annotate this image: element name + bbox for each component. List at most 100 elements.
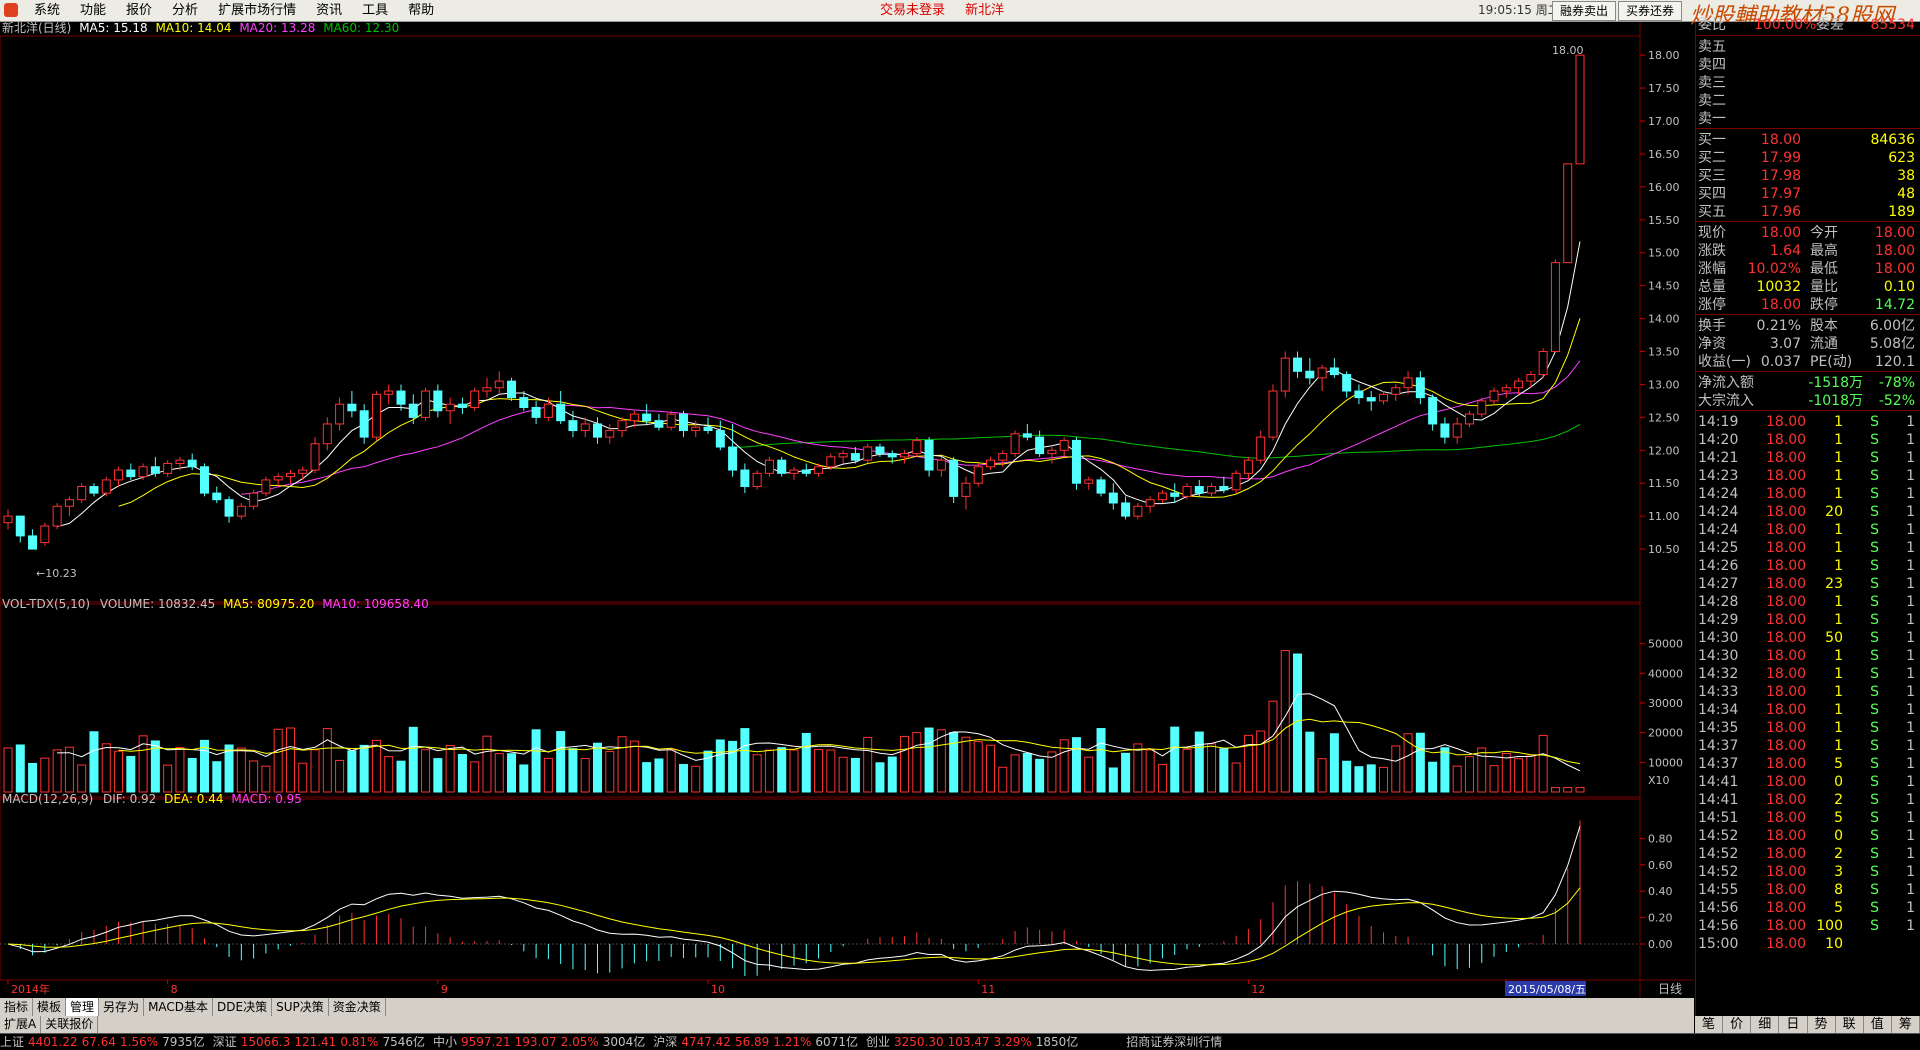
date-label: 12 <box>1251 983 1265 996</box>
buy-level-row: 买五 17.96 189 <box>1696 203 1920 221</box>
macd-tick-label: 0.80 <box>1648 832 1673 845</box>
tick-count: 1 <box>1906 414 1915 430</box>
volume-bar <box>715 739 725 793</box>
tick-price: 18.00 <box>1766 828 1807 844</box>
side-tab-7[interactable]: 筹 <box>1892 1016 1920 1033</box>
price-tick-label: 15.00 <box>1648 247 1680 260</box>
volume-bar <box>187 758 197 793</box>
cell: 涨幅 <box>1698 261 1726 277</box>
chart-area[interactable]: 新北洋(日线) MA5: 15.18 MA10: 14.04 MA20: 13.… <box>0 22 1694 998</box>
volume-bar <box>322 728 332 793</box>
tick-side: S <box>1870 522 1879 538</box>
tab-expand-a[interactable]: 扩展A <box>0 1016 42 1033</box>
tick-side: S <box>1870 864 1879 880</box>
tick-volume: 1 <box>1834 720 1843 736</box>
tick-volume: 1 <box>1834 558 1843 574</box>
tick-time: 14:37 <box>1698 738 1739 754</box>
volume-bar <box>1403 733 1413 793</box>
side-tab-0[interactable]: 笔 <box>1695 1016 1724 1033</box>
trade-status[interactable]: 交易未登录 <box>880 3 945 18</box>
volume-bar <box>89 731 99 793</box>
candle-body <box>298 469 308 474</box>
side-tab-5[interactable]: 联 <box>1836 1016 1864 1033</box>
tick-time: 14:28 <box>1698 594 1739 610</box>
tick-count: 1 <box>1906 612 1915 628</box>
buy-volume: 48 <box>1897 186 1915 202</box>
candle-body <box>138 466 148 478</box>
tick-side: S <box>1870 486 1879 502</box>
candle-body <box>568 420 578 432</box>
volume-bar <box>900 735 910 793</box>
volume-bar <box>175 747 185 793</box>
index-quote[interactable]: 创业 3250.30 103.47 3.29% 1850亿 <box>866 1035 1082 1049</box>
candle-body <box>1133 505 1143 517</box>
candle-body <box>556 403 566 422</box>
tick-side: S <box>1870 450 1879 466</box>
menu-item-quote[interactable]: 报价 <box>116 0 162 21</box>
menu-item-analysis[interactable]: 分析 <box>162 0 208 21</box>
candle-body <box>163 462 173 474</box>
volume-bar <box>1010 754 1020 793</box>
buy-repay-button[interactable]: 买券还券 <box>1618 1 1682 21</box>
kline-title: 新北洋(日线) <box>2 22 71 35</box>
tick-side: S <box>1870 810 1879 826</box>
tab-save-as[interactable]: 另存为 <box>99 998 145 1016</box>
tick-time: 14:21 <box>1698 450 1739 466</box>
tick-row: 14:27 18.00 23 S 1 <box>1696 575 1920 593</box>
tick-count: 1 <box>1906 738 1915 754</box>
volume-bar <box>52 749 62 793</box>
index-quote[interactable]: 中小 9597.21 193.07 2.05% 3004亿 <box>433 1035 649 1049</box>
volume-bar <box>1366 764 1376 793</box>
volume-bar <box>949 732 959 793</box>
candle-body <box>654 420 664 428</box>
margin-sell-button[interactable]: 融券卖出 <box>1552 1 1616 21</box>
candle-body <box>961 482 971 497</box>
candle-body <box>531 406 541 418</box>
price-tick-label: 17.00 <box>1648 115 1680 128</box>
volume-bar <box>1194 731 1204 793</box>
tab-manage[interactable]: 管理 <box>66 998 100 1016</box>
cell: 10032 <box>1756 279 1801 295</box>
tab-related-quote[interactable]: 关联报价 <box>41 1016 99 1033</box>
volume-bar <box>126 755 136 793</box>
candle-body <box>101 479 111 494</box>
index-quote[interactable]: 上证 4401.22 67.64 1.56% 7935亿 <box>0 1035 209 1049</box>
tab-fund[interactable]: 资金决策 <box>329 998 386 1016</box>
macd-tick-label: 0.20 <box>1648 912 1673 925</box>
menu-item-function[interactable]: 功能 <box>70 0 116 21</box>
menu-item-ext-market[interactable]: 扩展市场行情 <box>208 0 306 21</box>
volume-bar <box>593 742 602 793</box>
candle-body <box>1575 54 1585 165</box>
tick-count: 1 <box>1906 558 1915 574</box>
side-tab-1[interactable]: 价 <box>1723 1016 1752 1033</box>
period-label[interactable]: 日线 <box>1658 982 1682 996</box>
menu-item-info[interactable]: 资讯 <box>306 0 352 21</box>
tick-price: 18.00 <box>1766 558 1807 574</box>
buy-level-label: 买三 <box>1698 168 1726 184</box>
candle-body <box>887 453 897 458</box>
menu-item-system[interactable]: 系统 <box>24 0 70 21</box>
volume-bar <box>1452 765 1462 793</box>
side-tab-6[interactable]: 值 <box>1864 1016 1892 1033</box>
buy-level-row: 买四 17.97 48 <box>1696 185 1920 203</box>
side-tab-4[interactable]: 势 <box>1808 1016 1836 1033</box>
candle-body <box>924 439 934 471</box>
menu-item-tools[interactable]: 工具 <box>352 0 398 21</box>
index-field: 1.56% <box>120 1035 159 1049</box>
tick-row: 14:56 18.00 5 S 1 <box>1696 899 1920 917</box>
menu-item-help[interactable]: 帮助 <box>398 0 444 21</box>
index-quote[interactable]: 深证 15066.3 121.41 0.81% 7546亿 <box>213 1035 429 1049</box>
tab-dde[interactable]: DDE决策 <box>213 998 273 1016</box>
side-tab-2[interactable]: 细 <box>1751 1016 1780 1033</box>
tab-sup[interactable]: SUP决策 <box>272 998 329 1016</box>
tab-template[interactable]: 模板 <box>33 998 67 1016</box>
tab-macd-basic[interactable]: MACD基本 <box>144 998 214 1016</box>
dif-label: DIF: 0.92 <box>103 792 156 806</box>
volume-bar <box>1354 766 1364 793</box>
tab-indicator[interactable]: 指标 <box>0 998 34 1016</box>
side-tab-3[interactable]: 日 <box>1779 1016 1808 1033</box>
index-quote[interactable]: 沪深 4747.42 56.89 1.21% 6071亿 <box>653 1035 862 1049</box>
tick-row: 14:52 18.00 2 S 1 <box>1696 845 1920 863</box>
volume-bar <box>1182 748 1192 793</box>
candle-body <box>1514 380 1524 389</box>
